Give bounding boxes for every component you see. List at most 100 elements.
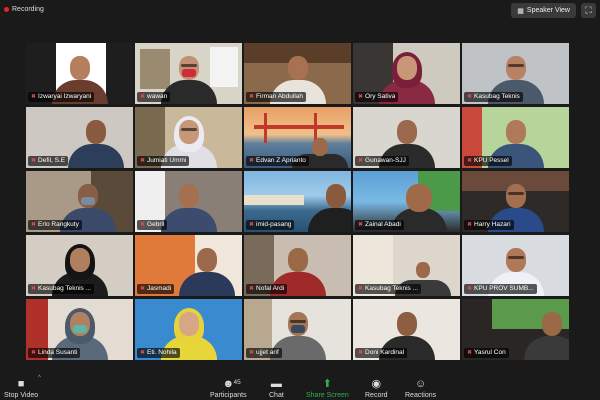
share-screen-button[interactable]: ⬆ Share Screen (306, 373, 349, 399)
video-tile[interactable]: ✖ Kasubag Teknis ... (353, 235, 460, 296)
video-tile[interactable]: ✖ Kasubag Teknis ... (26, 235, 133, 296)
participant-name-tag: ✖ Harry Hazari (464, 220, 514, 230)
chat-button[interactable]: ▬ Chat (269, 373, 284, 399)
participant-name: ujjet arif (256, 349, 279, 356)
participant-name-tag: ✖ Doni Kardinal (355, 348, 408, 358)
share-screen-icon: ⬆ (322, 378, 333, 390)
participant-name: Ory Sativa (365, 93, 396, 100)
video-tile[interactable]: ✖ Zainal Abadi (353, 171, 460, 232)
participant-name: wawan (147, 93, 168, 100)
participant-name: Jumiati Ummi (147, 157, 187, 164)
video-tile[interactable]: ✖ Gunawan-SJJ (353, 107, 460, 168)
video-tile[interactable]: ✖ Harry Hazari (462, 171, 569, 232)
mic-muted-icon: ✖ (467, 286, 473, 292)
video-tile[interactable]: ✖ Ory Sativa (353, 43, 460, 104)
participants-label: Participants (210, 392, 247, 399)
stop-video-label: Stop Video (4, 392, 39, 399)
participant-name: Defil, S.E (38, 157, 66, 164)
video-tile[interactable]: ✖ Linda Susanti (26, 299, 133, 360)
mic-muted-icon: ✖ (358, 94, 364, 100)
video-tile[interactable]: ✖ Doni Kardinal (353, 299, 460, 360)
participant-name: Gunawan-SJJ (365, 157, 406, 164)
participant-name-tag: ✖ Edvan Z Aprianto (246, 156, 309, 166)
participant-name: Nofal Ardi (256, 285, 285, 292)
participant-name: Doni Kardinal (365, 349, 405, 356)
mic-muted-icon: ✖ (249, 94, 255, 100)
participant-name: Yasrul Con (474, 349, 506, 356)
participant-name-tag: ✖ Firman Abdullah (246, 92, 307, 102)
reactions-icon: ☺ (414, 378, 427, 390)
video-tile[interactable]: ✖ Jasmadi (135, 235, 242, 296)
mic-muted-icon: ✖ (467, 94, 473, 100)
video-tile[interactable]: ✖ Nofal Ardi (244, 235, 351, 296)
mic-muted-icon: ✖ (358, 286, 364, 292)
participant-name: imid-pasang (256, 221, 292, 228)
participant-name-tag: ✖ Jumiati Ummi (137, 156, 190, 166)
video-tile[interactable]: ✖ Gebril (135, 171, 242, 232)
mic-muted-icon: ✖ (140, 94, 146, 100)
participant-name-tag: ✖ Kasubag Teknis ... (28, 284, 95, 294)
video-tile[interactable]: ✖ ujjet arif (244, 299, 351, 360)
mic-muted-icon: ✖ (249, 158, 255, 164)
participant-name: Firman Abdullah (256, 93, 304, 100)
participant-name-tag: ✖ Gebril (137, 220, 168, 230)
video-tile[interactable]: ✖ KPU Pessel (462, 107, 569, 168)
video-tile[interactable]: ✖ KPU PROV SUMB... (462, 235, 569, 296)
participant-video (178, 248, 235, 296)
participant-name-tag: ✖ Erlo Rangkuty (28, 220, 82, 230)
participant-name: KPU PROV SUMB... (474, 285, 534, 292)
video-tile[interactable]: ✖ imid-pasang (244, 171, 351, 232)
mic-muted-icon: ✖ (358, 350, 364, 356)
record-button[interactable]: ◉ Record (365, 373, 388, 399)
participant-video (160, 184, 217, 232)
video-camera-icon: ■ (17, 378, 25, 390)
participant-name-tag: ✖ Izwaryai Izwaryani (28, 92, 95, 102)
video-tile[interactable]: ✖ Yasrul Con (462, 299, 569, 360)
participant-name: Jasmadi (147, 285, 172, 292)
mic-muted-icon: ✖ (467, 222, 473, 228)
participant-name-tag: ✖ Ory Sativa (355, 92, 399, 102)
chat-label: Chat (269, 392, 284, 399)
participant-name-tag: ✖ wawan (137, 92, 171, 102)
gallery-grid: ✖ Izwaryai Izwaryani ✖ wawan ✖ Firman Ab… (0, 0, 600, 370)
video-tile[interactable]: ✖ Eti. Nohila (135, 299, 242, 360)
video-tile[interactable]: ✖ Firman Abdullah (244, 43, 351, 104)
participant-name: Zainal Abadi (365, 221, 401, 228)
mic-muted-icon: ✖ (140, 158, 146, 164)
video-options-chevron-icon[interactable]: ^ (38, 375, 41, 381)
mic-muted-icon: ✖ (31, 158, 37, 164)
participant-name: KPU Pessel (474, 157, 509, 164)
video-tile[interactable]: ✖ Erlo Rangkuty (26, 171, 133, 232)
mic-muted-icon: ✖ (358, 158, 364, 164)
participant-name-tag: ✖ imid-pasang (246, 220, 295, 230)
participant-name-tag: ✖ Zainal Abadi (355, 220, 404, 230)
participants-button[interactable]: ☻ 45 Participants (210, 373, 247, 399)
video-tile[interactable]: ✖ wawan (135, 43, 242, 104)
video-tile[interactable]: ✖ Jumiati Ummi (135, 107, 242, 168)
mic-muted-icon: ✖ (31, 350, 37, 356)
participant-count: 45 (233, 379, 241, 386)
participant-name-tag: ✖ KPU Pessel (464, 156, 512, 166)
participant-name-tag: ✖ Linda Susanti (28, 348, 81, 358)
participant-name-tag: ✖ Jasmadi (137, 284, 175, 294)
participants-icon: ☻ 45 (222, 378, 241, 390)
reactions-button[interactable]: ☺ Reactions (405, 373, 436, 399)
participant-name: Kasubag Teknis ... (365, 285, 419, 292)
video-tile[interactable]: ✖ Edvan Z Aprianto (244, 107, 351, 168)
participant-video (307, 184, 351, 232)
participant-name: Edvan Z Aprianto (256, 157, 306, 164)
reactions-label: Reactions (405, 392, 437, 399)
video-tile[interactable]: ✖ Izwaryai Izwaryani (26, 43, 133, 104)
participant-video (67, 120, 124, 168)
participant-name: Gebril (147, 221, 165, 228)
mic-muted-icon: ✖ (140, 286, 146, 292)
video-tile[interactable]: ✖ Kasubag Teknis (462, 43, 569, 104)
participant-name-tag: ✖ Nofal Ardi (246, 284, 288, 294)
mic-muted-icon: ✖ (31, 94, 37, 100)
video-tile[interactable]: ✖ Defil, S.E (26, 107, 133, 168)
participant-name: Harry Hazari (474, 221, 511, 228)
record-icon: ◉ (371, 378, 382, 390)
participant-name-tag: ✖ KPU PROV SUMB... (464, 284, 537, 294)
stop-video-button[interactable]: ■ Stop Video (4, 373, 38, 399)
participant-name-tag: ✖ Eti. Nohila (137, 348, 180, 358)
